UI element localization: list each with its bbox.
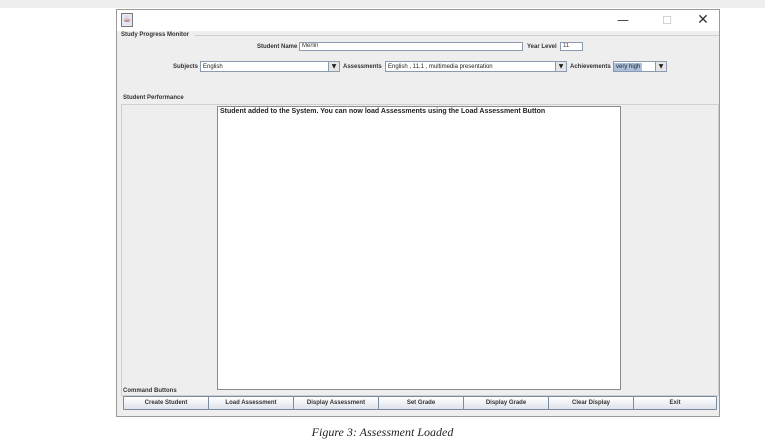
student-name-field[interactable]: Merlin [299,42,523,51]
subjects-value: English [203,64,223,70]
achievements-label: Achievements [570,64,611,70]
display-grade-button[interactable]: Display Grade [463,396,549,410]
desktop-strip [0,0,765,8]
chevron-down-icon[interactable]: ▼ [555,62,566,71]
figure-caption: Figure 3: Assessment Loaded [311,425,454,439]
app-window: ☕ — ☐ ✕ Study Progress Monitor Student N… [116,9,720,417]
achievements-value: very high [614,63,643,71]
monitor-group-border [195,35,719,36]
set-grade-button[interactable]: Set Grade [378,396,464,410]
year-level-field[interactable]: 11 [560,42,583,51]
performance-text-area[interactable]: Student added to the System. You can now… [217,106,621,390]
commands-group-title: Command Buttons [123,388,179,394]
exit-button[interactable]: Exit [633,396,717,410]
chevron-down-icon[interactable]: ▼ [328,62,339,71]
achievements-dropdown[interactable]: very high ▼ [613,61,667,72]
load-assessment-button[interactable]: Load Assessment [208,396,294,410]
display-assessment-button[interactable]: Display Assessment [293,396,379,410]
performance-group-title: Student Performance [123,95,186,101]
student-name-label: Student Name [257,44,298,50]
assessments-label: Assessments [343,64,382,70]
minimize-button[interactable]: — [601,10,645,31]
year-level-label: Year Level [527,44,557,50]
close-button[interactable]: ✕ [681,10,725,31]
assessments-dropdown[interactable]: English , 11.1 , multimedia presentation… [385,61,567,72]
clear-display-button[interactable]: Clear Display [548,396,634,410]
java-icon: ☕ [121,13,133,27]
monitor-group-title: Study Progress Monitor [121,32,192,38]
subjects-label: Subjects [173,64,199,70]
subjects-dropdown[interactable]: English ▼ [200,61,340,72]
create-student-button[interactable]: Create Student [123,396,209,410]
assessments-value: English , 11.1 , multimedia presentation [388,64,493,70]
title-bar: ☕ — ☐ ✕ [117,10,719,31]
chevron-down-icon[interactable]: ▼ [655,62,666,71]
